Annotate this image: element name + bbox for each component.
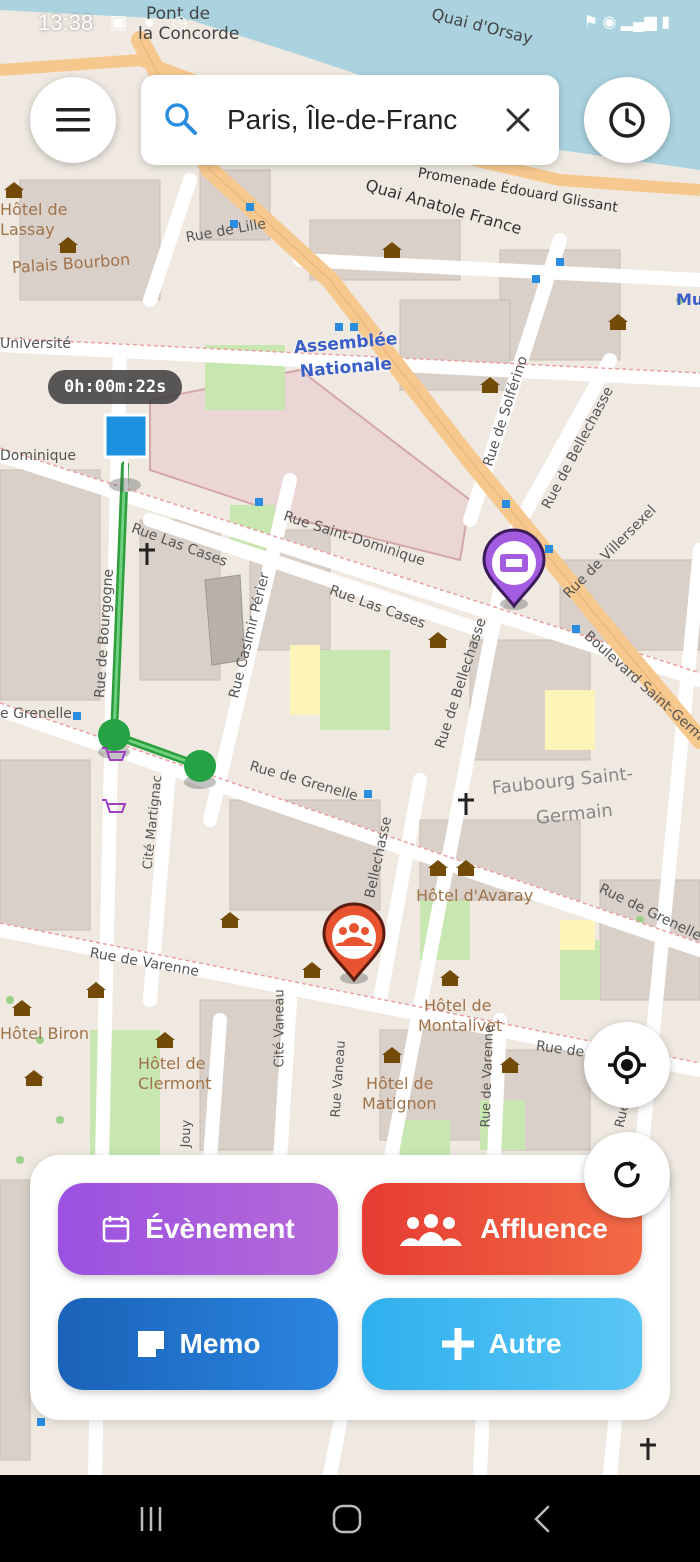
- memo-label: Memo: [179, 1328, 261, 1359]
- home-icon: [332, 1504, 362, 1534]
- crosshair-icon: [608, 1046, 646, 1084]
- map-label: Matignon: [362, 1094, 437, 1113]
- map-label: Hôtel de: [366, 1074, 434, 1093]
- map-label: Cité Vaneau: [272, 989, 288, 1068]
- menu-button[interactable]: [30, 77, 116, 163]
- status-time: 13:38: [38, 10, 94, 35]
- notification-icons: ▣ ● ◷: [110, 12, 194, 32]
- search-bar: [141, 75, 559, 165]
- search-input[interactable]: [227, 97, 487, 143]
- refresh-icon: [614, 1161, 640, 1188]
- system-nav-bar: [0, 1475, 700, 1562]
- evenement-label: Évènement: [145, 1213, 295, 1244]
- map-label: e Grenelle: [0, 706, 72, 722]
- home-button[interactable]: [327, 1499, 367, 1539]
- affluence-label: Affluence: [480, 1213, 608, 1244]
- crowd-icon: [396, 1212, 466, 1246]
- refresh-button[interactable]: [584, 1132, 670, 1218]
- map-label: Hôtel de: [424, 996, 492, 1015]
- history-button[interactable]: [584, 77, 670, 163]
- map-label: Lassay: [0, 220, 55, 239]
- close-icon[interactable]: [499, 101, 537, 139]
- memo-button[interactable]: Memo: [58, 1298, 338, 1390]
- map-label: Hôtel d'Avaray: [416, 886, 534, 905]
- plus-icon: [442, 1328, 475, 1360]
- autre-label: Autre: [488, 1328, 562, 1359]
- status-bar: 13:38 ▣ ● ◷ ⚑ ◉ ▂▄▆ ▮: [0, 0, 700, 46]
- map-label: Hôtel de: [0, 200, 68, 219]
- map-label: Clermont: [138, 1074, 212, 1093]
- system-icons: ⚑ ◉ ▂▄▆ ▮: [583, 14, 670, 31]
- back-button[interactable]: [523, 1499, 563, 1539]
- map-label: Université: [0, 336, 71, 352]
- map-label: Dominique: [0, 448, 77, 464]
- route-timer: 0h:00m:22s: [48, 370, 183, 404]
- map-label: Mu d'O: [676, 290, 700, 309]
- recent-apps-button[interactable]: [131, 1499, 171, 1539]
- autre-button[interactable]: Autre: [362, 1298, 642, 1390]
- history-icon: [609, 102, 645, 138]
- recent-apps-icon: [140, 1507, 162, 1531]
- map-label: Hôtel Biron: [0, 1024, 90, 1043]
- quick-report-panel: Évènement Affluence Memo Autre: [30, 1155, 670, 1420]
- locate-button[interactable]: [584, 1022, 670, 1108]
- back-icon: [534, 1505, 550, 1533]
- search-icon[interactable]: [163, 101, 199, 142]
- map-label: Jouy: [178, 1119, 195, 1148]
- menu-icon: [56, 108, 90, 132]
- map-label: Hôtel de: [138, 1054, 206, 1073]
- sticky-note-icon: [136, 1329, 166, 1359]
- calendar-icon: [101, 1214, 131, 1244]
- evenement-button[interactable]: Évènement: [58, 1183, 338, 1275]
